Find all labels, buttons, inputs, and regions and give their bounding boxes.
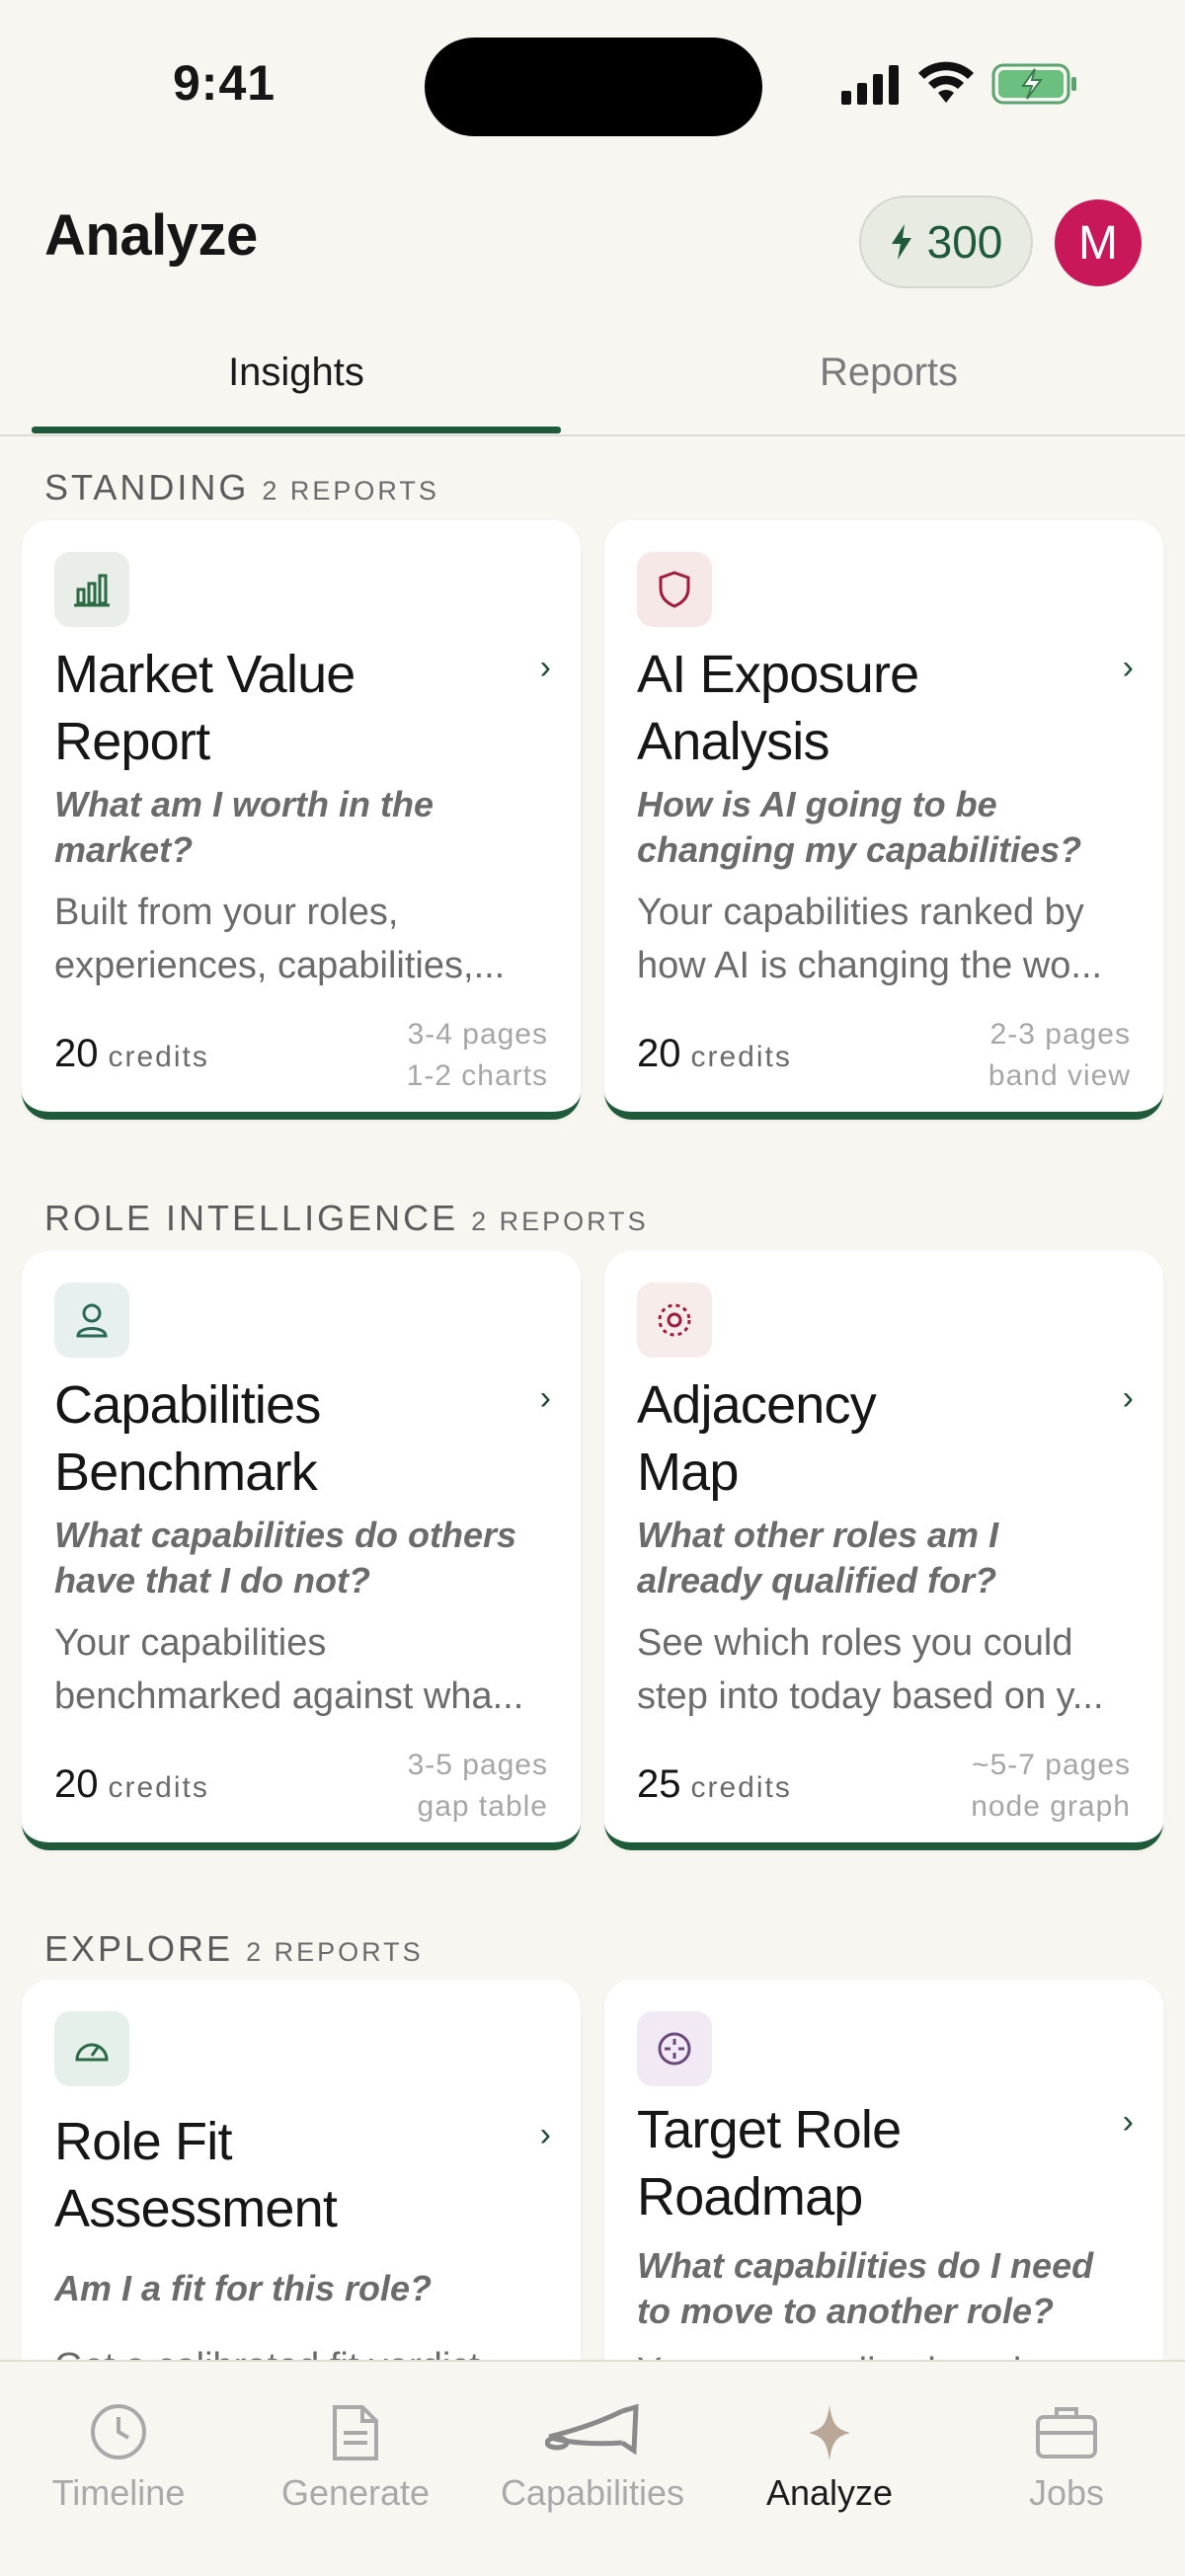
- chevron-right-icon: ›: [539, 1379, 551, 1417]
- report-question: What am I worth in the market?: [54, 784, 434, 870]
- page-title: Analyze: [44, 203, 258, 268]
- report-question: What other roles am I already qualified …: [637, 1515, 999, 1600]
- report-question: What capabilities do others have that I …: [54, 1515, 517, 1600]
- report-meta: 3-4 pages 1-2 charts: [406, 1018, 548, 1092]
- credits-balance-button[interactable]: 300: [859, 195, 1033, 288]
- section-header-standing: STANDING 2 REPORTS: [44, 467, 439, 508]
- bar-chart-icon: [54, 552, 129, 627]
- nav-capabilities[interactable]: Capabilities: [474, 2362, 711, 2576]
- bottom-tab-bar: Timeline Generate Capabilities Analyze J…: [0, 2360, 1185, 2576]
- nav-label: Timeline: [51, 2472, 186, 2513]
- wifi-icon: [918, 61, 974, 103]
- avatar[interactable]: M: [1055, 199, 1142, 286]
- person-icon: [54, 1283, 129, 1358]
- report-cost: 20 credits: [637, 1032, 792, 1075]
- report-description: Your capabilities ranked by how AI is ch…: [637, 892, 1103, 986]
- report-cost: 20 credits: [54, 1032, 209, 1075]
- report-meta: 3-5 pages gap table: [407, 1749, 548, 1823]
- clock-icon: [91, 2404, 146, 2459]
- target-dots-icon: [637, 1283, 712, 1358]
- crosshair-icon: [637, 2011, 712, 2086]
- report-title: Capabilities Benchmark: [54, 1375, 321, 1502]
- nav-label: Analyze: [765, 2472, 894, 2513]
- report-title: Market Value Report: [54, 645, 356, 771]
- dynamic-island: [425, 38, 762, 136]
- report-card-role-fit[interactable]: › Role Fit Assessment Am I a fit for thi…: [22, 1980, 581, 2394]
- tab-insights[interactable]: Insights: [0, 351, 592, 395]
- briefcase-icon: [1036, 2407, 1097, 2459]
- report-cost: 25 credits: [637, 1762, 792, 1806]
- report-title: AI Exposure Analysis: [637, 645, 919, 771]
- chevron-right-icon: ›: [1122, 1379, 1134, 1417]
- tab-bar: Insights Reports: [0, 326, 1185, 436]
- chevron-right-icon: ›: [539, 2116, 551, 2153]
- nav-generate[interactable]: Generate: [237, 2362, 474, 2576]
- report-card-capabilities-benchmark[interactable]: › Capabilities Benchmark What capabiliti…: [22, 1251, 581, 1850]
- chevron-right-icon: ›: [539, 649, 551, 686]
- cellular-signal-icon: [841, 65, 899, 105]
- section-header-explore: EXPLORE 2 REPORTS: [44, 1928, 424, 1970]
- chevron-right-icon: ›: [1122, 2103, 1134, 2141]
- section-count: 2 REPORTS: [262, 476, 439, 506]
- nav-timeline[interactable]: Timeline: [0, 2362, 237, 2576]
- report-card-market-value[interactable]: › Market Value Report What am I worth in…: [22, 520, 581, 1120]
- gauge-icon: [54, 2011, 129, 2086]
- active-tab-indicator: [32, 427, 561, 433]
- status-bar: 9:41: [0, 0, 1185, 168]
- report-description: Built from your roles, experiences, capa…: [54, 892, 506, 986]
- shield-icon: [637, 552, 712, 627]
- report-title: Role Fit Assessment: [54, 2112, 338, 2238]
- report-meta: 2-3 pages band view: [988, 1018, 1131, 1092]
- report-card-adjacency-map[interactable]: › Adjacency Map What other roles am I al…: [604, 1251, 1163, 1850]
- report-description: See which roles you could step into toda…: [637, 1622, 1104, 1717]
- section-title: EXPLORE: [44, 1928, 234, 1969]
- report-cost: 20 credits: [54, 1762, 209, 1806]
- section-count: 2 REPORTS: [471, 1207, 649, 1236]
- report-question: How is AI going to be changing my capabi…: [637, 784, 1082, 870]
- nav-jobs[interactable]: Jobs: [948, 2362, 1185, 2576]
- credits-count: 300: [926, 216, 1003, 268]
- report-meta: ~5-7 pages node graph: [971, 1749, 1131, 1823]
- horn-icon: [545, 2403, 639, 2456]
- report-title: Adjacency Map: [637, 1375, 877, 1502]
- lightning-icon: [891, 224, 911, 260]
- section-title: STANDING: [44, 467, 250, 507]
- nav-label: Generate: [280, 2472, 431, 2513]
- report-question: Am I a fit for this role?: [54, 2268, 433, 2308]
- nav-analyze[interactable]: Analyze: [711, 2362, 948, 2576]
- report-description: Your capabilities benchmarked against wh…: [54, 1622, 524, 1717]
- nav-label: Jobs: [1028, 2472, 1105, 2513]
- chevron-right-icon: ›: [1122, 649, 1134, 686]
- tab-reports[interactable]: Reports: [592, 351, 1185, 395]
- nav-label: Capabilities: [500, 2472, 685, 2513]
- report-title: Target Role Roadmap: [637, 2100, 902, 2226]
- section-title: ROLE INTELLIGENCE: [44, 1198, 459, 1238]
- document-icon: [333, 2405, 378, 2460]
- status-time: 9:41: [173, 55, 276, 111]
- report-card-target-role-roadmap[interactable]: › Target Role Roadmap What capabilities …: [604, 1980, 1163, 2394]
- section-count: 2 REPORTS: [246, 1937, 424, 1967]
- report-card-ai-exposure[interactable]: › AI Exposure Analysis How is AI going t…: [604, 520, 1163, 1120]
- section-header-role-intelligence: ROLE INTELLIGENCE 2 REPORTS: [44, 1198, 649, 1239]
- battery-charging-icon: [991, 63, 1076, 105]
- sparkle-icon: [809, 2405, 850, 2460]
- report-question: What capabilities do I need to move to a…: [637, 2245, 1094, 2331]
